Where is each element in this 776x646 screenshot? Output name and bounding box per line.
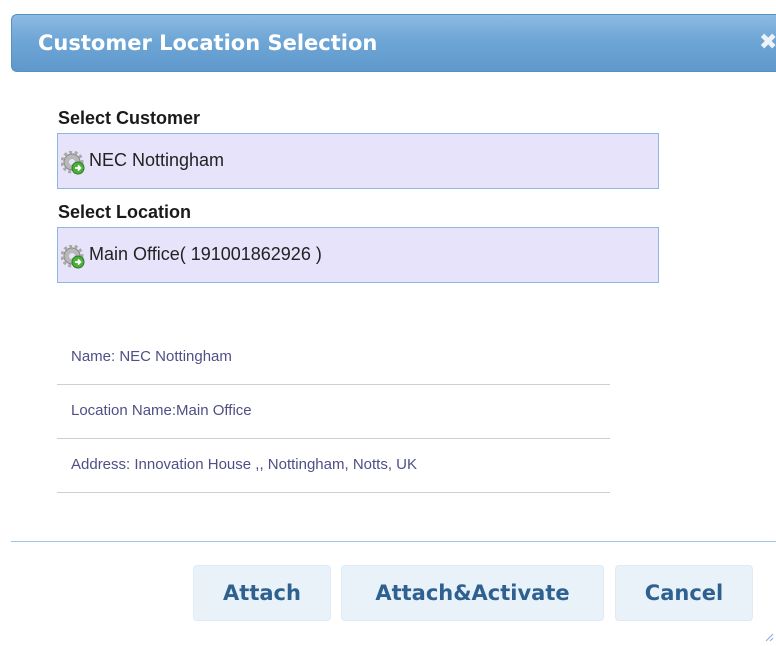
customer-location-dialog: Customer Location Selection ✖ Select Cus… <box>0 0 776 646</box>
dialog-titlebar[interactable]: Customer Location Selection ✖ <box>11 14 776 72</box>
detail-row-address: Address: Innovation House ,, Nottingham,… <box>57 439 610 493</box>
detail-row-location-name: Location Name:Main Office <box>57 385 610 439</box>
detail-row-name: Name: NEC Nottingham <box>57 331 610 385</box>
resize-grip-icon[interactable] <box>764 632 774 642</box>
select-location-label: Select Location <box>58 202 192 222</box>
location-select[interactable]: Main Office( 191001862926 ) <box>57 227 659 283</box>
attach-button[interactable]: Attach <box>193 565 331 621</box>
detail-name-text: Name: NEC Nottingham <box>71 348 232 365</box>
customer-select-value: NEC Nottingham <box>89 150 225 170</box>
cancel-button[interactable]: Cancel <box>615 565 753 621</box>
dialog-title: Customer Location Selection <box>38 31 378 55</box>
location-details: Name: NEC Nottingham Location Name:Main … <box>57 331 610 497</box>
gear-icon <box>61 151 85 175</box>
location-select-value: Main Office( 191001862926 ) <box>89 244 322 264</box>
detail-location-name-text: Location Name:Main Office <box>71 402 252 419</box>
button-area-divider <box>11 541 776 542</box>
close-icon[interactable]: ✖ <box>759 32 776 54</box>
attach-activate-button[interactable]: Attach&Activate <box>341 565 604 621</box>
customer-select[interactable]: NEC Nottingham <box>57 133 659 189</box>
select-customer-label: Select Customer <box>58 108 201 128</box>
gear-icon <box>61 245 85 269</box>
detail-address-text: Address: Innovation House ,, Nottingham,… <box>71 456 418 473</box>
